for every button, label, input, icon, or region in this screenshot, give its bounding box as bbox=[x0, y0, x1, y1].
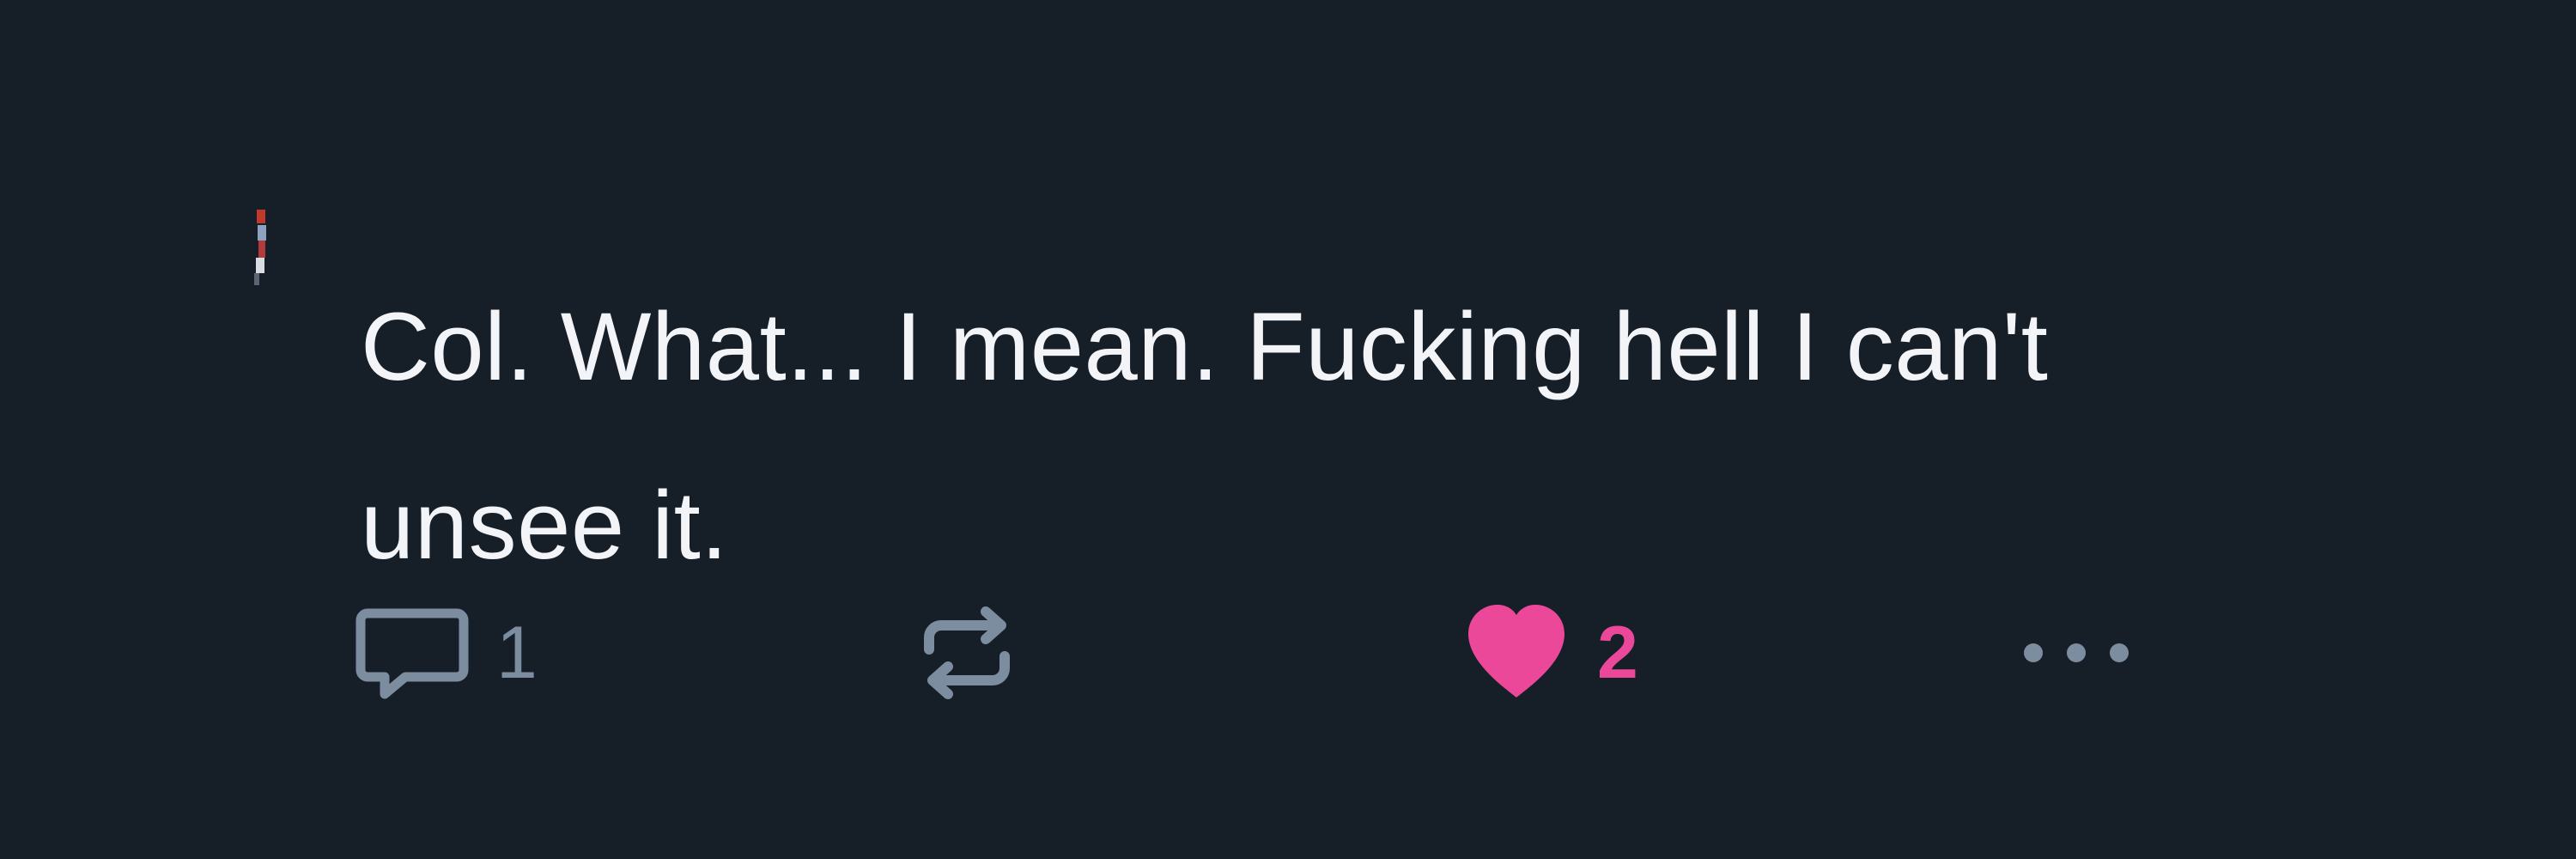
more-icon bbox=[2016, 636, 2136, 670]
avatar[interactable] bbox=[254, 210, 271, 287]
more-options-button[interactable] bbox=[2016, 593, 2136, 713]
reply-icon bbox=[354, 601, 471, 704]
post-text-line: unsee it. bbox=[361, 472, 728, 579]
heart-icon bbox=[1461, 601, 1571, 704]
like-count: 2 bbox=[1597, 612, 1638, 694]
reply-button[interactable]: 1 bbox=[354, 593, 538, 713]
post-text: Col. What... I mean. Fucking hell I can'… bbox=[361, 258, 2336, 615]
post-card: Col. What... I mean. Fucking hell I can'… bbox=[0, 0, 2576, 859]
post-actions: 1 2 bbox=[0, 593, 2576, 713]
repost-button[interactable] bbox=[912, 593, 1022, 713]
like-button[interactable]: 2 bbox=[1461, 593, 1638, 713]
repost-icon bbox=[912, 598, 1022, 708]
post-text-line: Col. What... I mean. Fucking hell I can'… bbox=[361, 293, 2049, 400]
reply-count: 1 bbox=[496, 612, 538, 694]
